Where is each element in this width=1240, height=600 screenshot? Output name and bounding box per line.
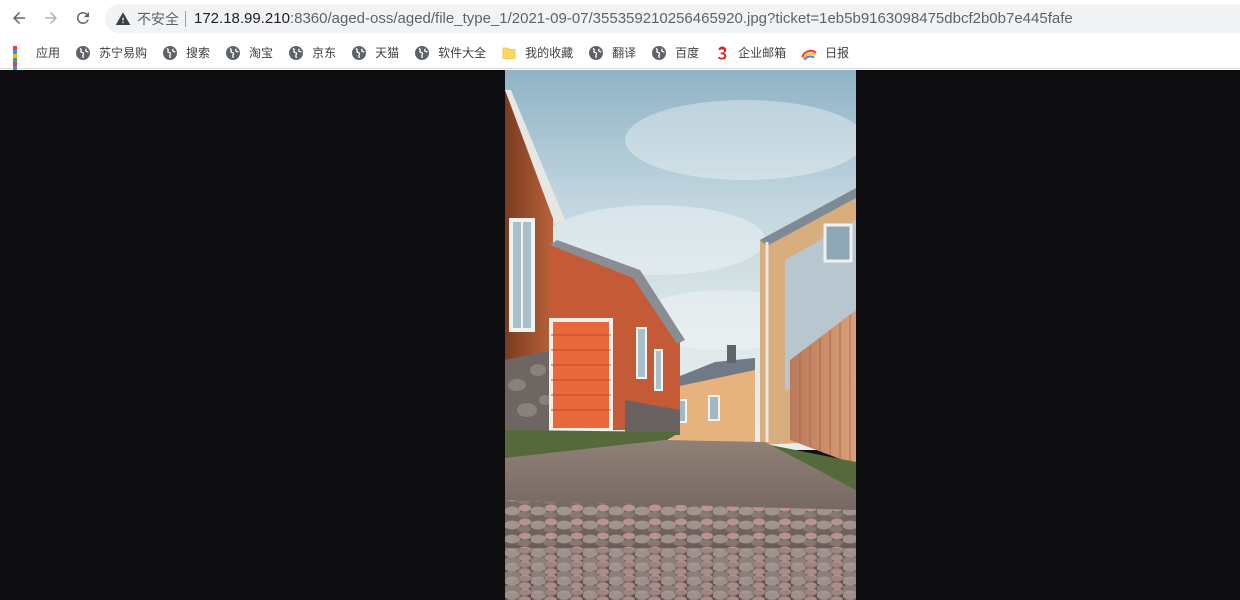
- globe-icon: [163, 45, 178, 60]
- globe-icon: [289, 45, 304, 60]
- bookmark-folder-favorites[interactable]: 我的收藏: [499, 40, 579, 66]
- bookmark-baidu[interactable]: 百度: [649, 40, 705, 66]
- bookmark-label: 企业邮箱: [738, 46, 787, 60]
- bookmark-suning[interactable]: 苏宁易购: [73, 40, 153, 66]
- bookmark-label: 淘宝: [249, 46, 274, 60]
- not-secure-label[interactable]: 不安全: [137, 9, 179, 29]
- bookmark-search[interactable]: 搜索: [160, 40, 216, 66]
- bookmark-jd[interactable]: 京东: [286, 40, 342, 66]
- warning-triangle-icon[interactable]: [115, 11, 131, 27]
- bookmark-label: 软件大全: [438, 46, 487, 60]
- bookmark-label: 天猫: [375, 46, 400, 60]
- bookmark-label: 百度: [675, 46, 700, 60]
- url-host: 172.18.99.210: [194, 10, 290, 27]
- globe-icon: [415, 45, 430, 60]
- globe-icon: [226, 45, 241, 60]
- bookmark-software[interactable]: 软件大全: [412, 40, 492, 66]
- reload-button[interactable]: [70, 5, 96, 31]
- bookmark-enterprise-mail[interactable]: 企业邮箱: [712, 40, 792, 66]
- rainbow-logo-icon: [801, 49, 817, 60]
- bookmark-label: 日报: [825, 46, 850, 60]
- globe-icon: [589, 45, 604, 60]
- arrow-left-icon: [13, 12, 25, 24]
- mail-logo-icon: [717, 46, 727, 59]
- apps-grid-icon: [12, 45, 28, 82]
- globe-icon: [76, 45, 91, 60]
- address-separator: [185, 10, 186, 27]
- displayed-image[interactable]: [505, 70, 856, 600]
- browser-toolbar: 不安全 172.18.99.210:8360/aged-oss/aged/fil…: [0, 0, 1240, 37]
- folder-icon: [502, 47, 516, 59]
- bookmark-label: 我的收藏: [525, 46, 574, 60]
- bookmark-taobao[interactable]: 淘宝: [223, 40, 279, 66]
- street-photo: [505, 70, 856, 600]
- bookmark-tmall[interactable]: 天猫: [349, 40, 405, 66]
- bookmark-apps[interactable]: 应用: [10, 40, 66, 82]
- reload-icon: [77, 11, 89, 24]
- address-bar[interactable]: 不安全 172.18.99.210:8360/aged-oss/aged/fil…: [105, 4, 1240, 33]
- arrow-right-icon: [45, 12, 57, 24]
- bookmark-label: 京东: [312, 46, 337, 60]
- globe-icon: [352, 45, 367, 60]
- bookmark-label: 翻译: [612, 46, 637, 60]
- bookmark-translate[interactable]: 翻译: [586, 40, 642, 66]
- url-path: :8360/aged-oss/aged/file_type_1/2021-09-…: [289, 10, 1073, 27]
- bookmark-label: 苏宁易购: [99, 46, 148, 60]
- globe-icon: [652, 45, 667, 60]
- bookmark-label: 搜索: [186, 46, 211, 60]
- bookmarks-bar: 应用 苏宁易购 搜索 淘宝 京东 天猫 软件大全 我的收藏 翻译 百度 企业邮箱…: [0, 37, 1240, 82]
- forward-button[interactable]: [38, 5, 64, 31]
- image-viewer: [0, 70, 1240, 600]
- bookmark-daily-report[interactable]: 日报: [799, 40, 855, 66]
- bookmark-label: 应用: [36, 46, 61, 60]
- back-button[interactable]: [6, 5, 32, 31]
